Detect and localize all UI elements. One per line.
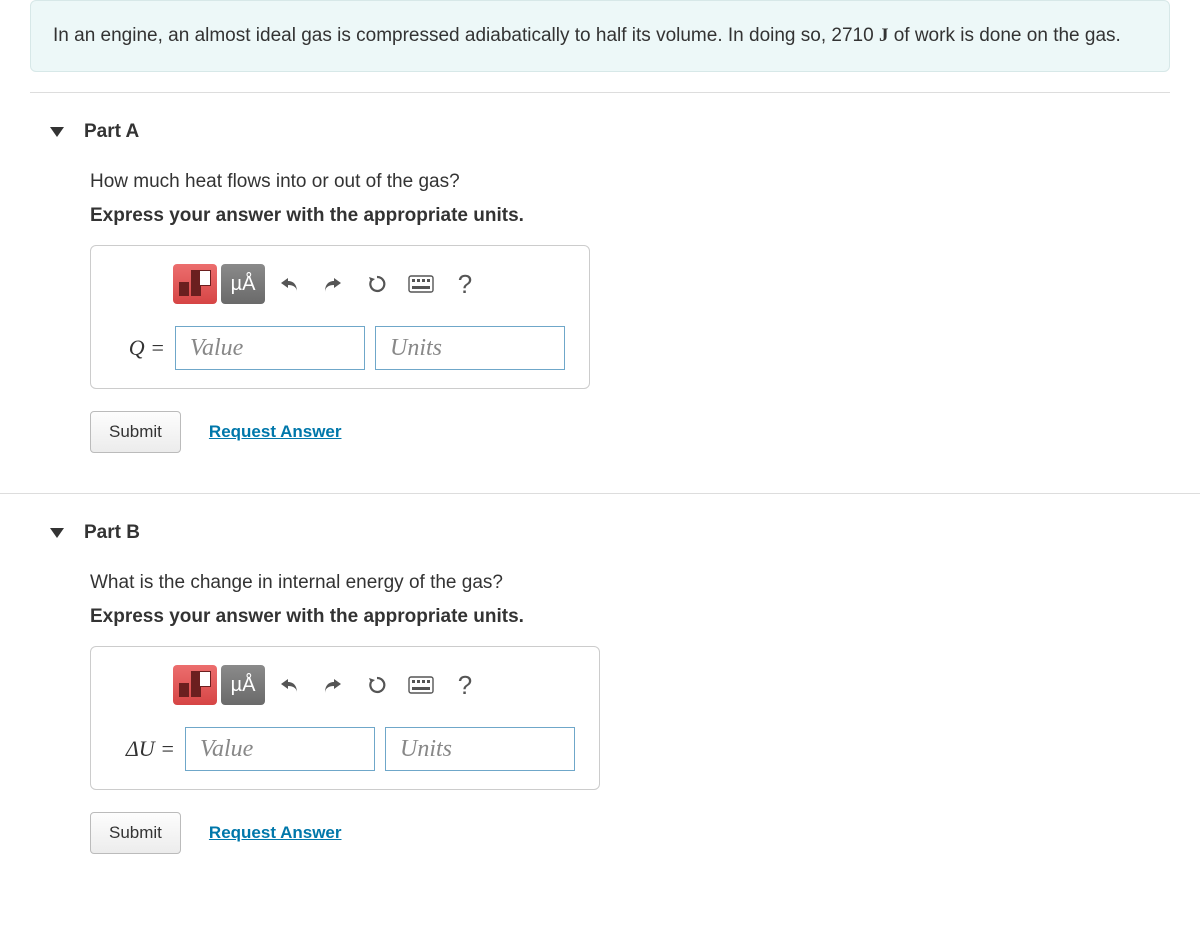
help-icon[interactable]: ?: [445, 264, 485, 304]
special-chars-icon[interactable]: µÅ: [221, 264, 265, 304]
undo-icon[interactable]: [269, 264, 309, 304]
intro-text-post: of work is done on the gas.: [888, 25, 1120, 46]
part-a-value-input[interactable]: Value: [175, 326, 365, 370]
redo-icon[interactable]: [313, 665, 353, 705]
part-a-question: How much heat flows into or out of the g…: [90, 171, 1170, 193]
part-a-hint: Express your answer with the appropriate…: [90, 205, 1170, 227]
help-icon[interactable]: ?: [445, 665, 485, 705]
collapse-icon: [50, 528, 64, 538]
part-b-submit-button[interactable]: Submit: [90, 812, 181, 854]
part-b-toolbar: µÅ ?: [173, 665, 575, 705]
redo-icon[interactable]: [313, 264, 353, 304]
part-a-input-row: Q = Value Units: [115, 326, 565, 370]
part-b-title: Part B: [84, 522, 140, 544]
reset-icon[interactable]: [357, 665, 397, 705]
part-b-input-row: ΔU = Value Units: [115, 727, 575, 771]
problem-intro: In an engine, an almost ideal gas is com…: [30, 0, 1170, 72]
part-b-var-label: ΔU =: [115, 736, 175, 762]
keyboard-icon[interactable]: [401, 264, 441, 304]
part-b-answer-panel: µÅ ? ΔU = Value Units: [90, 646, 600, 790]
part-a-title: Part A: [84, 121, 139, 143]
part-a-var-label: Q =: [115, 335, 165, 361]
part-a-request-link[interactable]: Request Answer: [209, 422, 342, 442]
reset-icon[interactable]: [357, 264, 397, 304]
part-a-answer-panel: µÅ ? Q = Value Units: [90, 245, 590, 389]
special-chars-icon[interactable]: µÅ: [221, 665, 265, 705]
part-b-body: What is the change in internal energy of…: [0, 562, 1200, 884]
part-b-header[interactable]: Part B: [0, 493, 1200, 562]
keyboard-icon[interactable]: [401, 665, 441, 705]
part-a-body: How much heat flows into or out of the g…: [0, 161, 1200, 483]
part-a-header[interactable]: Part A: [0, 93, 1200, 161]
part-b-question: What is the change in internal energy of…: [90, 572, 1170, 594]
part-b-value-input[interactable]: Value: [185, 727, 375, 771]
intro-unit: J: [879, 25, 889, 46]
part-a-submit-button[interactable]: Submit: [90, 411, 181, 453]
part-b-actions: Submit Request Answer: [90, 812, 1170, 854]
part-b-units-input[interactable]: Units: [385, 727, 575, 771]
part-b-request-link[interactable]: Request Answer: [209, 823, 342, 843]
template-icon[interactable]: [173, 264, 217, 304]
collapse-icon: [50, 127, 64, 137]
template-icon[interactable]: [173, 665, 217, 705]
intro-text-pre: In an engine, an almost ideal gas is com…: [53, 25, 879, 46]
part-a-units-input[interactable]: Units: [375, 326, 565, 370]
part-a-actions: Submit Request Answer: [90, 411, 1170, 453]
undo-icon[interactable]: [269, 665, 309, 705]
part-b-hint: Express your answer with the appropriate…: [90, 606, 1170, 628]
part-a-toolbar: µÅ ?: [173, 264, 565, 304]
